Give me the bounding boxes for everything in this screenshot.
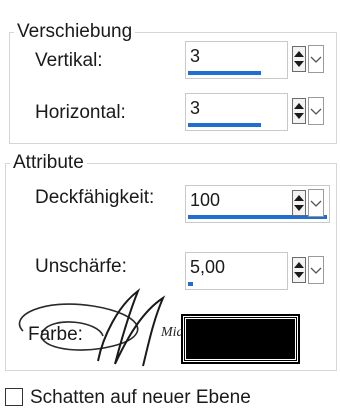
horizontal-spinner[interactable]: [290, 93, 326, 131]
blur-spinner[interactable]: [290, 252, 326, 290]
vertical-spinner[interactable]: [290, 41, 326, 79]
new-layer-checkbox-label[interactable]: Schatten auf neuer Ebene: [30, 387, 251, 409]
shadow-color-swatch[interactable]: [181, 314, 300, 364]
horizontal-label: Horizontal:: [35, 102, 126, 123]
blur-chevron-down-icon[interactable]: [308, 256, 324, 284]
group-attributes-legend: Attribute: [10, 152, 87, 174]
vertical-value: 3: [190, 46, 201, 66]
horizontal-input[interactable]: 3: [185, 93, 288, 131]
blur-value: 5,00: [190, 257, 226, 277]
opacity-spinner[interactable]: [290, 185, 326, 223]
opacity-value: 100: [190, 190, 221, 210]
blur-input[interactable]: 5,00: [185, 252, 288, 290]
blur-up-down-arrows-icon[interactable]: [292, 257, 306, 283]
new-layer-checkbox[interactable]: [5, 388, 23, 406]
opacity-chevron-down-icon[interactable]: [308, 189, 324, 217]
vertical-up-down-arrows-icon[interactable]: [292, 46, 306, 72]
vertical-fill-bar: [188, 71, 261, 75]
opacity-up-down-arrows-icon[interactable]: [292, 190, 306, 216]
blur-label: Unschärfe:: [35, 256, 127, 277]
color-label: Farbe:: [28, 324, 83, 345]
horizontal-fill-bar: [188, 123, 261, 127]
vertical-input[interactable]: 3: [185, 41, 288, 79]
horizontal-value: 3: [190, 98, 201, 118]
opacity-label: Deckfähigkeit:: [35, 187, 155, 208]
vertical-chevron-down-icon[interactable]: [308, 45, 324, 73]
vertical-label: Vertikal:: [35, 50, 103, 71]
horizontal-chevron-down-icon[interactable]: [308, 97, 324, 125]
group-shift-legend: Verschiebung: [14, 21, 136, 43]
horizontal-up-down-arrows-icon[interactable]: [292, 98, 306, 124]
watermark-text: Mia: [160, 325, 184, 340]
